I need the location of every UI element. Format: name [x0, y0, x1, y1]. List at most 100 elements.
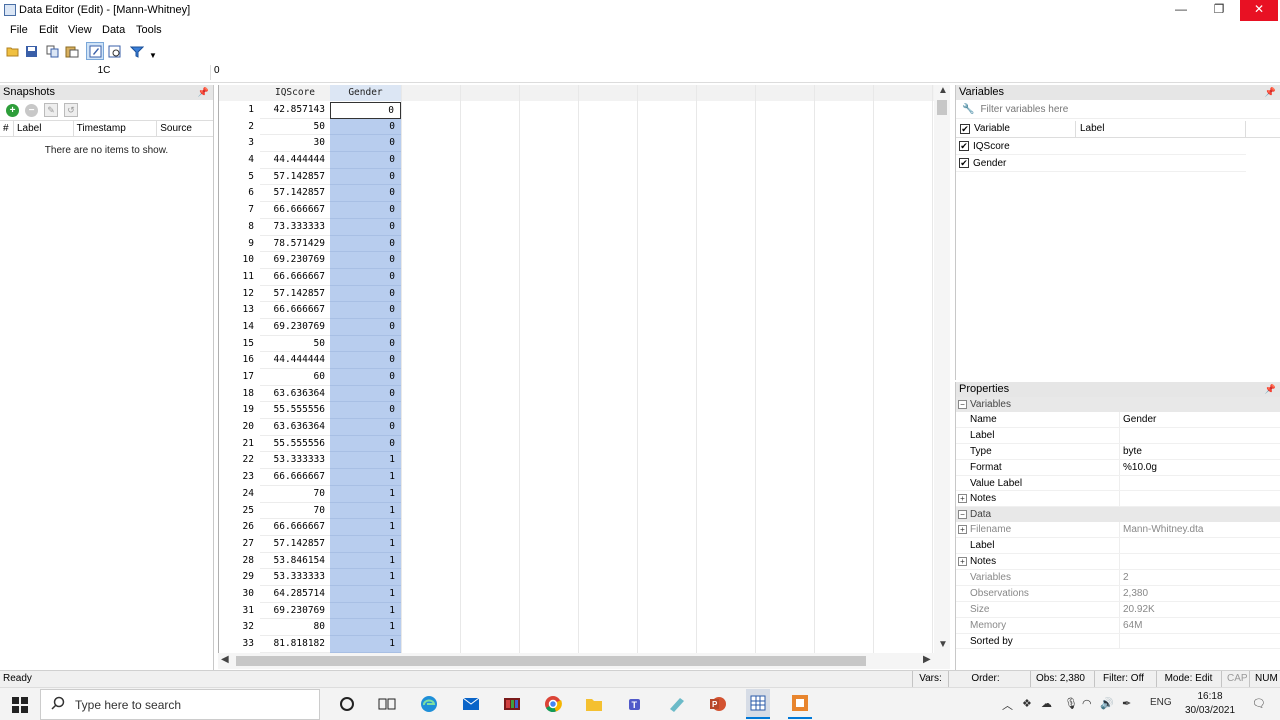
cell-iqscore[interactable]: 57.142857 — [260, 169, 330, 186]
table-row[interactable]: 26 66.666667 1 — [219, 519, 950, 536]
table-row[interactable]: 25 70 1 — [219, 502, 950, 520]
scroll-up-icon[interactable]: ▲ — [938, 85, 948, 96]
property-row[interactable]: Label — [956, 427, 1280, 444]
cell-gender[interactable]: 0 — [330, 135, 401, 153]
cell-value-input[interactable]: 0 — [210, 65, 1270, 80]
table-row[interactable]: 21 55.555556 0 — [219, 435, 950, 453]
dropbox-icon[interactable]: ❖ — [1022, 697, 1032, 710]
cell-gender[interactable]: 1 — [330, 485, 401, 503]
cell-iqscore[interactable]: 44.444444 — [260, 152, 330, 169]
row-number[interactable]: 21 — [219, 435, 259, 453]
cell-iqscore[interactable]: 30 — [260, 135, 330, 153]
rename-snapshot-icon[interactable]: ✎ — [44, 103, 58, 117]
row-number[interactable]: 15 — [219, 335, 259, 353]
cell-gender[interactable]: 1 — [330, 535, 401, 553]
table-row[interactable]: 3 30 0 — [219, 135, 950, 153]
property-value[interactable] — [1120, 428, 1123, 443]
cell-gender[interactable]: 1 — [330, 585, 401, 603]
property-row[interactable]: Format %10.0g — [956, 459, 1280, 476]
horizontal-scrollbar[interactable]: ◀ ▶ — [218, 653, 950, 669]
cell-iqscore[interactable]: 53.333333 — [260, 569, 330, 586]
variable-checkbox[interactable]: ✔ — [959, 158, 969, 168]
pen-icon[interactable]: ✒ — [1122, 697, 1131, 710]
cell-iqscore[interactable]: 42.857143 — [260, 102, 330, 119]
property-value[interactable] — [1120, 476, 1123, 491]
variables-filter[interactable]: 🔧 Filter variables here — [956, 100, 1280, 119]
cell-iqscore[interactable]: 57.142857 — [260, 536, 330, 553]
table-row[interactable]: 20 63.636364 0 — [219, 419, 950, 436]
snap-col-number[interactable]: # — [0, 121, 14, 136]
table-row[interactable]: 10 69.230769 0 — [219, 252, 950, 269]
collapse-icon[interactable]: − — [958, 400, 967, 409]
remove-snapshot-icon[interactable]: − — [25, 103, 38, 117]
powerpoint-icon[interactable]: P — [706, 693, 730, 715]
cell-gender[interactable]: 0 — [330, 185, 401, 203]
cell-gender[interactable]: 0 — [330, 118, 401, 136]
row-number[interactable]: 31 — [219, 602, 259, 620]
row-number[interactable]: 19 — [219, 402, 259, 420]
edge-icon[interactable] — [417, 693, 441, 715]
cell-gender[interactable]: 1 — [330, 519, 401, 536]
row-number[interactable]: 27 — [219, 535, 259, 553]
restore-snapshot-icon[interactable]: ↺ — [64, 103, 78, 117]
cell-iqscore[interactable]: 78.571429 — [260, 236, 330, 253]
cell-iqscore[interactable]: 73.333333 — [260, 219, 330, 236]
notes-app-icon[interactable] — [665, 693, 689, 715]
pin-icon[interactable]: 📌 — [1265, 382, 1276, 397]
cell-gender[interactable]: 0 — [330, 235, 401, 253]
snap-col-label[interactable]: Label — [14, 121, 74, 136]
table-row[interactable]: 13 66.666667 0 — [219, 302, 950, 319]
row-number[interactable]: 25 — [219, 502, 259, 520]
variables-filter-input[interactable]: Filter variables here — [980, 104, 1068, 115]
cell-gender[interactable]: 1 — [330, 502, 401, 520]
cell-iqscore[interactable]: 66.666667 — [260, 269, 330, 286]
row-number[interactable]: 16 — [219, 352, 259, 369]
cell-gender[interactable]: 0 — [330, 252, 401, 269]
data-grid[interactable]: IQScore Gender 1 42.857143 0 2 50 0 3 30 0 4 44.44… — [218, 85, 950, 653]
table-row[interactable]: 12 57.142857 0 — [219, 285, 950, 303]
table-row[interactable]: 28 53.846154 1 — [219, 552, 950, 570]
copy-icon[interactable] — [44, 42, 62, 60]
table-row[interactable]: 5 57.142857 0 — [219, 168, 950, 186]
property-row[interactable]: Variables 2 — [956, 570, 1280, 586]
table-row[interactable]: 9 78.571429 0 — [219, 235, 950, 253]
row-number[interactable]: 8 — [219, 218, 259, 236]
cortana-icon[interactable] — [335, 693, 359, 715]
table-row[interactable]: 4 44.444444 0 — [219, 152, 950, 169]
cell-gender[interactable]: 0 — [330, 385, 401, 403]
property-value[interactable] — [1120, 634, 1123, 649]
expand-icon[interactable]: + — [958, 557, 967, 567]
row-number[interactable]: 18 — [219, 385, 259, 403]
cell-iqscore[interactable]: 66.666667 — [260, 302, 330, 319]
cell-iqscore[interactable]: 50 — [260, 119, 330, 136]
row-number[interactable]: 5 — [219, 168, 259, 186]
table-row[interactable]: 22 53.333333 1 — [219, 452, 950, 470]
row-number[interactable]: 10 — [219, 252, 259, 269]
row-number[interactable]: 4 — [219, 152, 259, 169]
row-number[interactable]: 12 — [219, 285, 259, 303]
cell-iqscore[interactable]: 80 — [260, 619, 330, 636]
table-row[interactable]: 30 64.285714 1 — [219, 585, 950, 603]
var-col-variable[interactable]: ✔ Variable — [956, 121, 1076, 137]
cell-gender[interactable]: 1 — [330, 452, 401, 470]
menu-data[interactable]: Data — [102, 24, 125, 36]
cell-gender[interactable]: 1 — [330, 602, 401, 620]
menu-edit[interactable]: Edit — [39, 24, 58, 36]
row-number[interactable]: 20 — [219, 419, 259, 436]
scroll-left-icon[interactable]: ◀ — [221, 654, 229, 665]
scroll-down-icon[interactable]: ▼ — [938, 639, 948, 650]
table-row[interactable]: 7 66.666667 0 — [219, 202, 950, 219]
teams-icon[interactable]: T — [624, 693, 648, 715]
cell-iqscore[interactable]: 69.230769 — [260, 319, 330, 336]
microphone-icon[interactable]: 🎙 — [1064, 697, 1078, 710]
property-section[interactable]: − Variables — [956, 397, 1280, 412]
cell-gender[interactable]: 1 — [330, 469, 401, 486]
property-value[interactable]: byte — [1120, 444, 1142, 459]
table-row[interactable]: 11 66.666667 0 — [219, 268, 950, 286]
cell-iqscore[interactable]: 63.636364 — [260, 419, 330, 436]
save-icon[interactable] — [22, 42, 40, 60]
volume-icon[interactable]: 🔊 — [1100, 697, 1114, 710]
cell-gender[interactable]: 1 — [330, 569, 401, 586]
row-number[interactable]: 26 — [219, 519, 259, 536]
property-row[interactable]: Name Gender — [956, 412, 1280, 428]
